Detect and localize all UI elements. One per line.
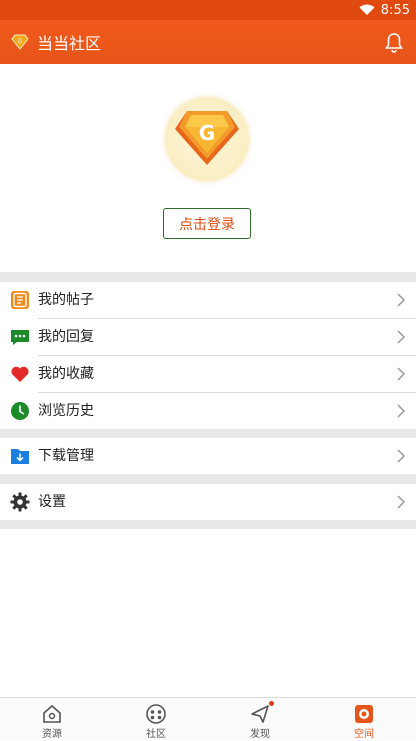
tab-resources[interactable]: 资源: [0, 698, 104, 741]
avatar[interactable]: G: [165, 97, 249, 181]
menu-item-label: 下载管理: [38, 448, 94, 464]
menu-item-label: 我的回复: [38, 329, 94, 345]
tab-space[interactable]: 空间: [312, 698, 416, 741]
discover-icon: [249, 703, 271, 725]
chevron-right-icon: [396, 448, 406, 464]
chevron-right-icon: [396, 329, 406, 345]
status-time: 8:55: [380, 2, 410, 18]
avatar-letter: G: [199, 121, 215, 145]
chevron-right-icon: [396, 494, 406, 510]
section-separator: [0, 474, 416, 484]
app-logo-icon: G: [11, 33, 29, 51]
menu-item-my-favorites[interactable]: 我的收藏: [0, 356, 416, 392]
profile-section: G 点击登录: [0, 64, 416, 272]
gear-icon: [10, 492, 30, 512]
menu-item-download-manager[interactable]: 下载管理: [0, 438, 416, 474]
bottom-nav: 资源 社区 发现 空间: [0, 697, 416, 740]
diamond-badge-icon: G: [175, 111, 239, 165]
menu-item-label: 我的收藏: [38, 366, 94, 382]
reply-icon: [10, 327, 30, 347]
section-separator: [0, 429, 416, 438]
heart-icon: [10, 364, 30, 384]
bell-icon[interactable]: [384, 32, 404, 54]
download-icon: [10, 446, 30, 466]
section-separator: [0, 520, 416, 529]
wifi-icon: [359, 4, 375, 16]
chevron-right-icon: [396, 292, 406, 308]
tab-label: 资源: [42, 729, 62, 740]
tab-label: 社区: [146, 729, 166, 740]
tab-label: 发现: [250, 729, 270, 740]
chevron-right-icon: [396, 366, 406, 382]
menu-item-browse-history[interactable]: 浏览历史: [0, 393, 416, 429]
menu-item-my-posts[interactable]: 我的帖子: [0, 282, 416, 318]
app-title: 当当社区: [37, 34, 102, 53]
menu-item-label: 设置: [38, 494, 66, 510]
menu-item-label: 我的帖子: [38, 292, 94, 308]
clock-icon: [10, 401, 30, 421]
notification-dot: [269, 701, 274, 706]
space-icon: [353, 703, 375, 725]
section-separator: [0, 272, 416, 282]
menu-item-my-replies[interactable]: 我的回复: [0, 319, 416, 355]
community-icon: [145, 703, 167, 725]
app-bar: G 当当社区: [0, 20, 416, 64]
svg-text:G: G: [18, 38, 23, 45]
tab-discover[interactable]: 发现: [208, 698, 312, 741]
posts-icon: [10, 290, 30, 310]
menu-item-label: 浏览历史: [38, 403, 94, 419]
tab-label: 空间: [354, 729, 374, 740]
home-icon: [41, 703, 63, 725]
tab-community[interactable]: 社区: [104, 698, 208, 741]
login-button[interactable]: 点击登录: [163, 208, 251, 239]
status-bar: 8:55: [0, 0, 416, 20]
chevron-right-icon: [396, 403, 406, 419]
menu-item-settings[interactable]: 设置: [0, 484, 416, 520]
